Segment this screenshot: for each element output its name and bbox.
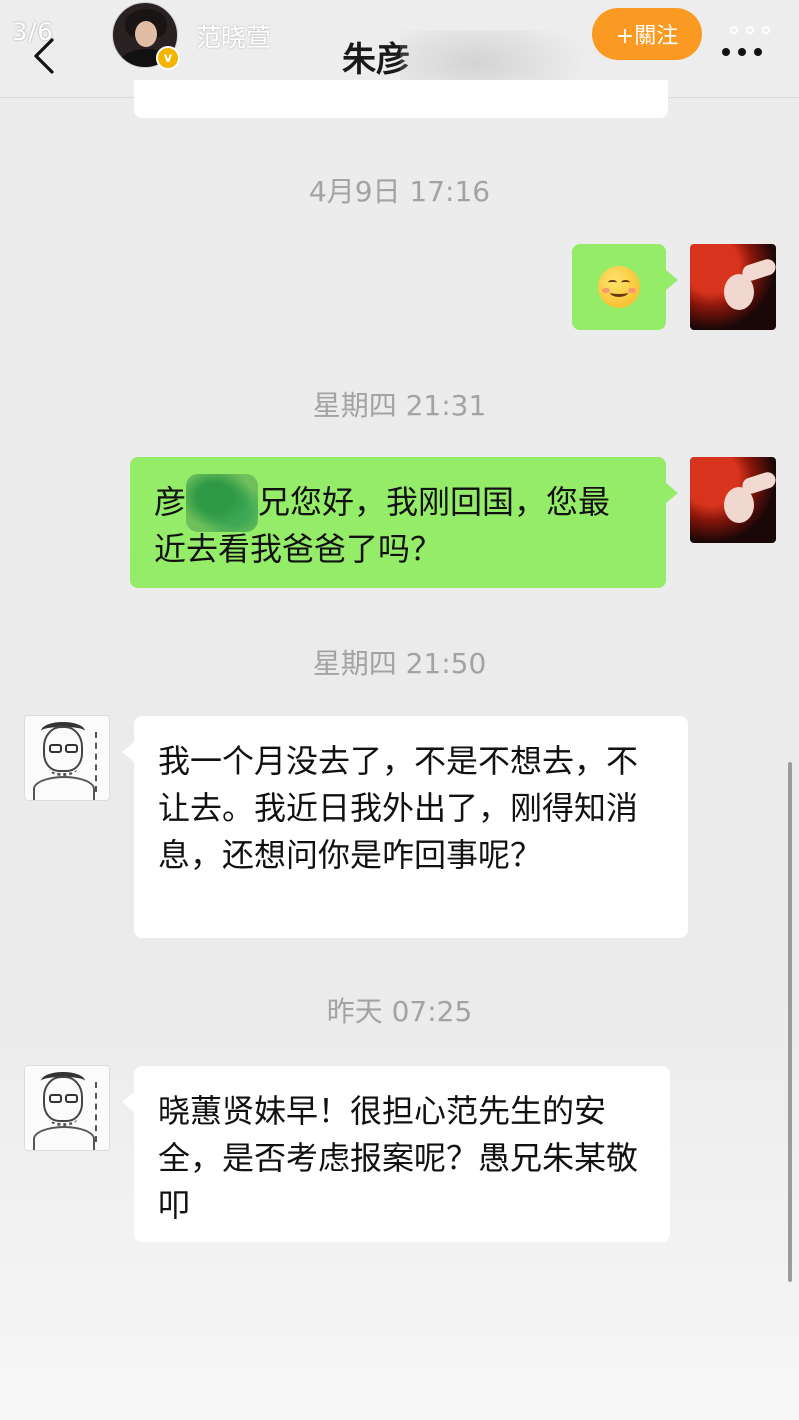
- more-button[interactable]: [716, 24, 776, 64]
- smiling-face-icon: [598, 266, 640, 308]
- verified-badge-icon: v: [156, 46, 180, 70]
- message-timestamp: 昨天 07:25: [326, 995, 473, 1028]
- previous-message-bubble: [134, 80, 668, 118]
- message-timestamp: 4月9日 17:16: [308, 175, 491, 208]
- sent-message-bubble[interactable]: 彦兄您好，我刚回国，您最近去看我爸爸了吗？: [130, 457, 678, 588]
- message-text: 彦: [154, 483, 187, 521]
- sent-message-bubble[interactable]: [572, 244, 678, 330]
- page-counter: 3/6: [12, 18, 54, 46]
- contact-avatar[interactable]: [24, 715, 110, 801]
- poster-name[interactable]: 范晓萱: [196, 18, 271, 54]
- my-avatar[interactable]: [690, 244, 776, 330]
- redaction-mark: [186, 474, 259, 532]
- message-timestamp: 星期四 21:31: [312, 389, 487, 422]
- received-message-bubble[interactable]: 晓蕙贤妹早！很担心范先生的安全，是否考虑报案呢？愚兄朱某敬叩: [122, 1066, 670, 1242]
- follow-button[interactable]: +關注: [592, 8, 702, 60]
- scrollbar[interactable]: [788, 762, 792, 1282]
- my-avatar[interactable]: [690, 457, 776, 543]
- message-text: 我一个月没去了，不是不想去，不让去。我近日我外出了，刚得知消息，还想问你是咋回事…: [158, 742, 639, 874]
- contact-avatar[interactable]: [24, 1065, 110, 1151]
- message-text: 晓蕙贤妹早！很担心范先生的安全，是否考虑报案呢？愚兄朱某敬叩: [158, 1092, 639, 1224]
- message-timestamp: 星期四 21:50: [312, 647, 487, 680]
- received-message-bubble[interactable]: 我一个月没去了，不是不想去，不让去。我近日我外出了，刚得知消息，还想问你是咋回事…: [122, 716, 688, 938]
